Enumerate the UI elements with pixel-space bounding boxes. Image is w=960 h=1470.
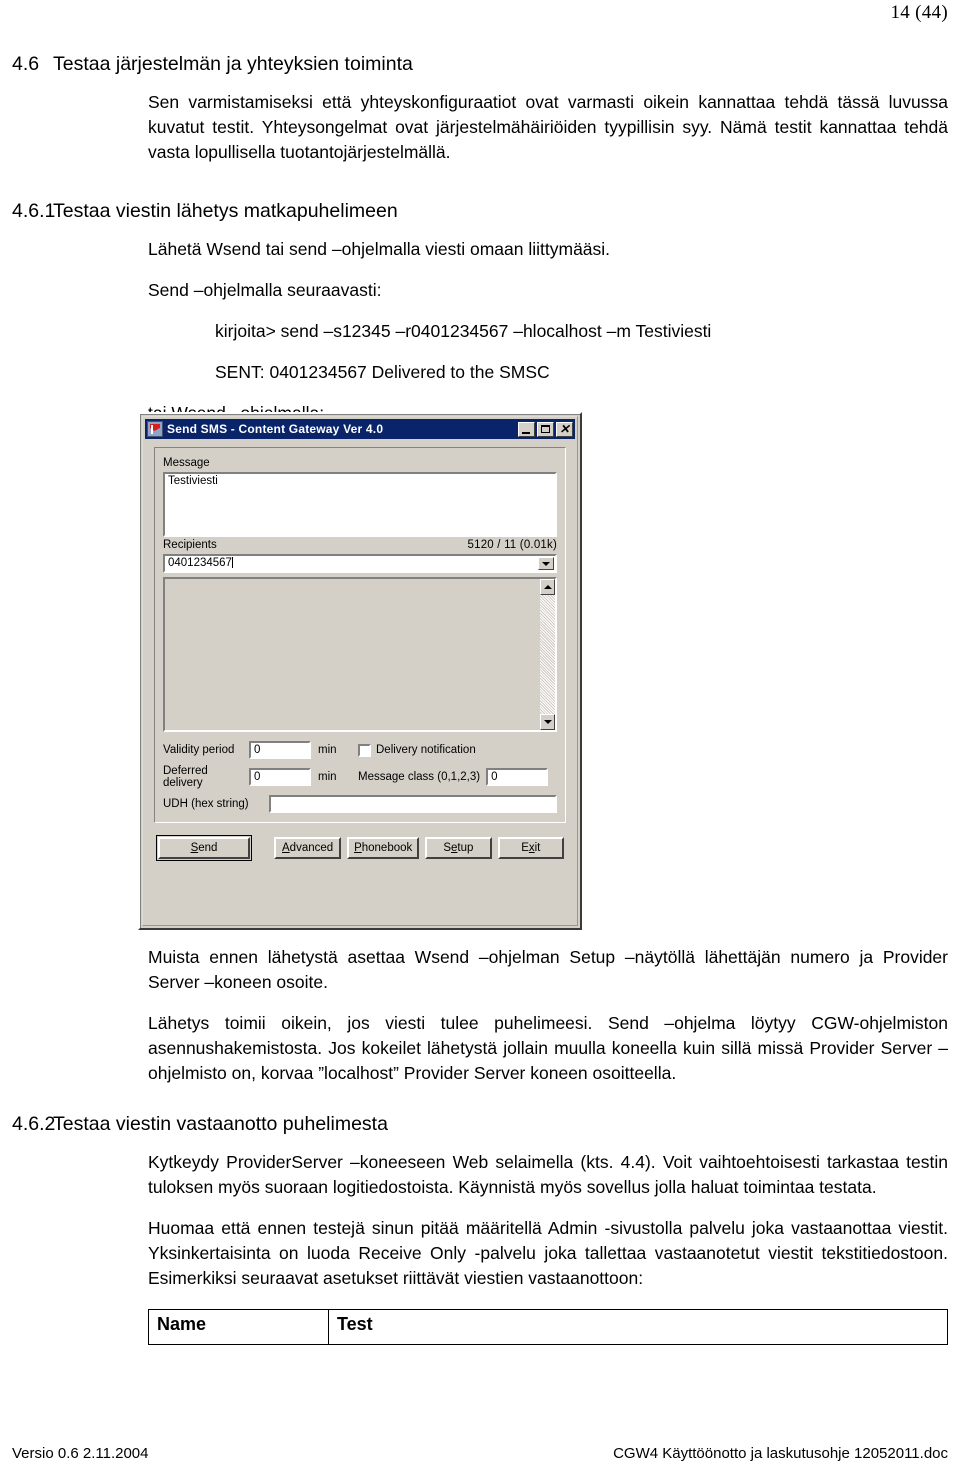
validity-period-label: Validity period — [163, 744, 235, 756]
advanced-button[interactable]: Advanced — [274, 837, 342, 859]
message-group: Message Testiviesti 5120 / 11 (0.01k) Re… — [154, 447, 566, 823]
paragraph-461-5: Lähetys toimii oikein, jos viesti tulee … — [148, 1013, 948, 1083]
close-icon[interactable]: ✕ — [556, 421, 573, 437]
table-row: Name Test — [148, 1309, 948, 1345]
deferred-delivery-unit: min — [318, 771, 337, 783]
footer-version: Versio 0.6 2.11.2004 — [12, 1445, 149, 1462]
recipients-combobox[interactable]: 0401234567 — [163, 554, 557, 573]
heading-4-6-1-title: Testaa viestin lähetys matkapuhelimeen — [53, 200, 398, 222]
send-sms-dialog: Send SMS - Content Gateway Ver 4.0 ✕ Mes… — [138, 412, 582, 930]
recipients-listbox[interactable] — [163, 577, 557, 732]
scrollbar-track[interactable] — [540, 595, 555, 714]
page-number: 14 (44) — [890, 2, 948, 23]
scroll-up-icon[interactable] — [540, 579, 555, 595]
deferred-delivery-label: Deferred delivery — [163, 765, 208, 789]
paragraph-4-6-1: Sen varmistamiseksi että yhteyskonfigura… — [148, 92, 948, 162]
phonebook-button[interactable]: Phonebook — [347, 837, 420, 859]
dialog-button-row: Send Advanced Phonebook Se tup Ex it — [154, 835, 566, 861]
paragraph-461-1: Lähetä Wsend tai send –ohjelmalla viesti… — [148, 239, 611, 259]
heading-4-6: 4.6 Testaa järjestelmän ja yhteyksien to… — [0, 52, 960, 76]
footer-filename: CGW4 Käyttöönotto ja laskutusohje 120520… — [613, 1445, 948, 1462]
heading-4-6-1: 4.6.1 Testaa viestin lähetys matkapuheli… — [0, 199, 960, 223]
message-label: Message — [163, 457, 210, 469]
paragraph-461-4: Muista ennen lähetystä asettaa Wsend –oh… — [148, 947, 948, 992]
scroll-down-icon[interactable] — [540, 714, 555, 730]
deferred-delivery-input[interactable]: 0 — [249, 768, 311, 786]
section-4-6-1-notes: Muista ennen lähetystä asettaa Wsend –oh… — [148, 945, 948, 1086]
section-4-6-2-body: Kytkeydy ProviderServer –koneeseen Web s… — [148, 1150, 948, 1291]
send-button[interactable]: Send — [158, 837, 250, 859]
message-text: Testiviesti — [168, 475, 218, 487]
recipients-value: 0401234567 — [168, 557, 232, 569]
udh-label: UDH (hex string) — [163, 798, 249, 810]
table-cell-name: Name — [148, 1309, 329, 1345]
command-example: kirjoita> send –s12345 –r0401234567 –hlo… — [215, 319, 948, 385]
message-length-counter: 5120 / 11 (0.01k) — [467, 539, 557, 551]
minimize-icon[interactable] — [518, 421, 535, 437]
heading-4-6-title: Testaa järjestelmän ja yhteyksien toimin… — [53, 53, 413, 75]
command-line-1: kirjoita> send –s12345 –r0401234567 –hlo… — [215, 321, 712, 341]
message-class-input[interactable]: 0 — [486, 768, 549, 786]
paragraph-462-1: Kytkeydy ProviderServer –koneeseen Web s… — [148, 1152, 948, 1197]
section-4-6-1-intro: Lähetä Wsend tai send –ohjelmalla viesti… — [148, 237, 948, 303]
dialog-titlebar[interactable]: Send SMS - Content Gateway Ver 4.0 ✕ — [145, 419, 575, 439]
heading-4-6-2: 4.6.2 Testaa viestin vastaanotto puhelim… — [0, 1112, 960, 1136]
delivery-notification-checkbox[interactable] — [358, 743, 371, 757]
setup-button[interactable]: Se tup — [425, 837, 492, 859]
udh-input[interactable] — [269, 795, 557, 813]
heading-4-6-2-number: 4.6.2 — [12, 1113, 56, 1135]
dialog-title: Send SMS - Content Gateway Ver 4.0 — [167, 422, 384, 436]
recipients-listbox-items[interactable] — [165, 579, 539, 730]
delivery-notification-label: Delivery notification — [376, 744, 476, 756]
exit-button[interactable]: Ex it — [497, 837, 564, 859]
heading-4-6-2-title: Testaa viestin vastaanotto puhelimesta — [53, 1113, 388, 1135]
recipients-scrollbar[interactable] — [539, 579, 555, 730]
validity-period-input[interactable]: 0 — [249, 741, 311, 759]
text-caret — [231, 557, 233, 568]
chevron-down-icon[interactable] — [538, 557, 554, 570]
message-class-label: Message class (0,1,2,3) — [358, 771, 481, 783]
heading-4-6-1-number: 4.6.1 — [12, 200, 56, 222]
heading-4-6-number: 4.6 — [12, 53, 40, 75]
settings-table: Name Test — [148, 1309, 948, 1345]
validity-period-unit: min — [318, 744, 337, 756]
paragraph-462-2: Huomaa että ennen testejä sinun pitää mä… — [148, 1218, 948, 1288]
page-footer: Versio 0.6 2.11.2004 CGW4 Käyttöönotto j… — [0, 1445, 960, 1462]
message-input[interactable]: Testiviesti — [163, 472, 557, 537]
table-cell-value: Test — [328, 1309, 948, 1345]
section-4-6-body: Sen varmistamiseksi että yhteyskonfigura… — [148, 90, 948, 165]
post-dialog-text: Muista ennen lähetystä asettaa Wsend –oh… — [0, 945, 960, 1345]
paragraph-461-2: Send –ohjelmalla seuraavasti: — [148, 280, 382, 300]
maximize-icon[interactable] — [537, 421, 554, 437]
flag-icon — [147, 421, 163, 437]
command-line-2: SENT: 0401234567 Delivered to the SMSC — [215, 362, 550, 382]
document-body: 4.6 Testaa järjestelmän ja yhteyksien to… — [0, 52, 960, 426]
